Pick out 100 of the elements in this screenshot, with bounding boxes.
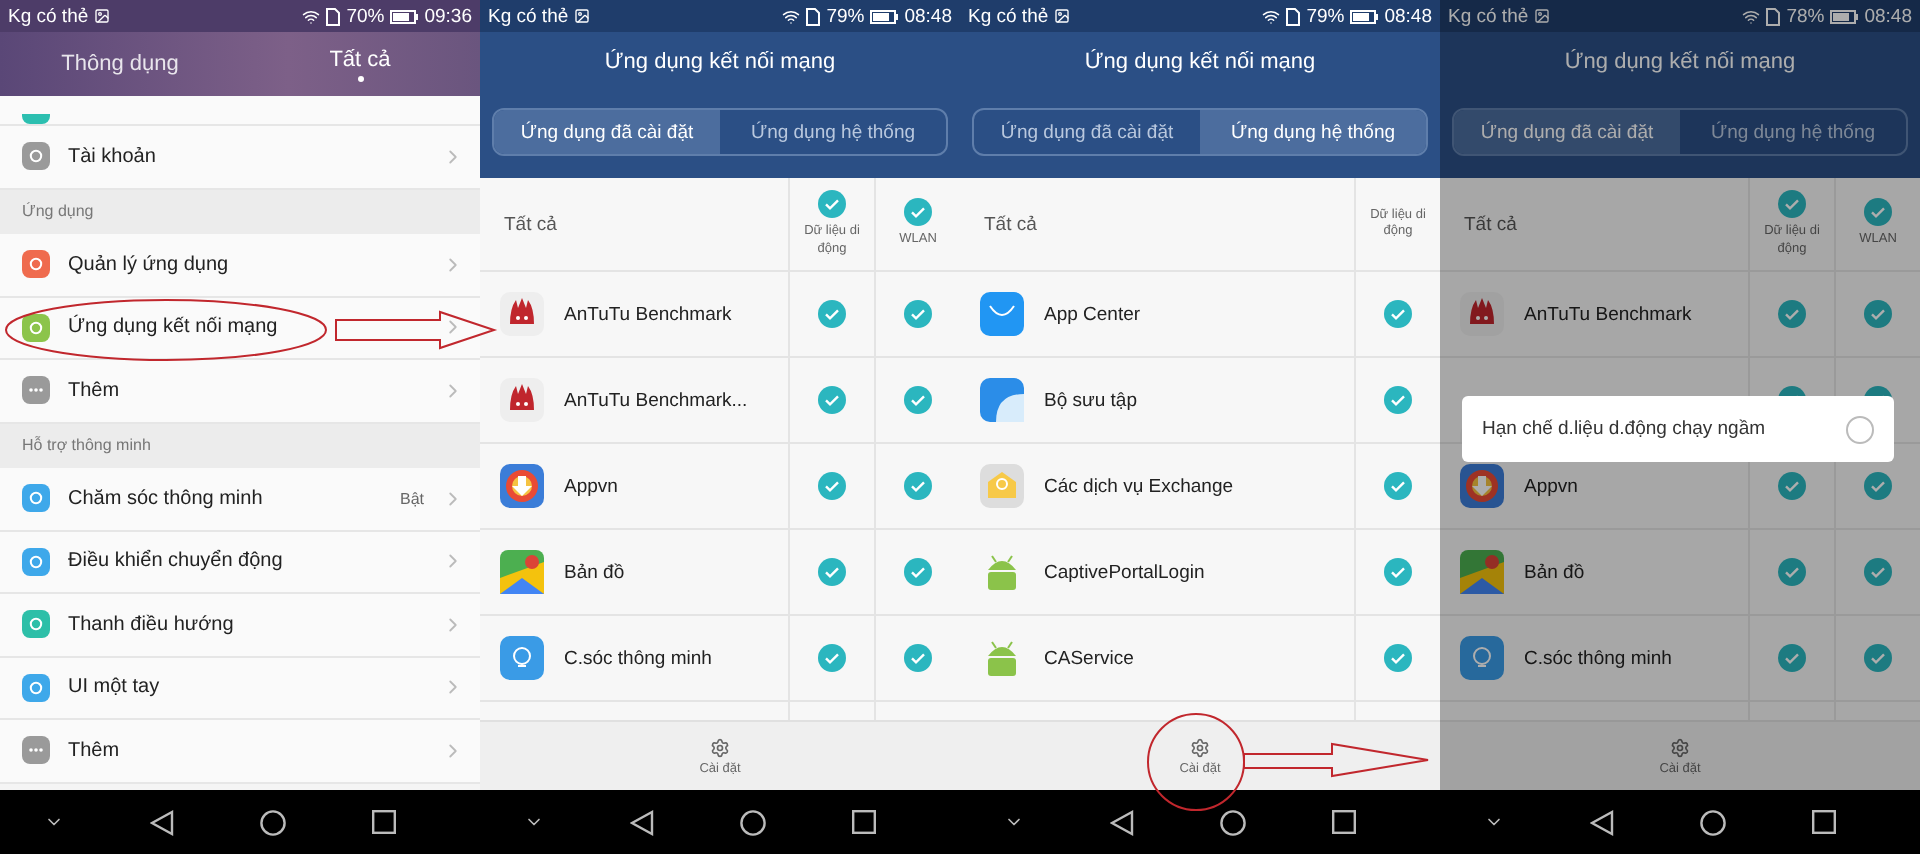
back-icon[interactable] bbox=[1589, 809, 1614, 835]
image-icon bbox=[1054, 8, 1071, 24]
checkbox[interactable] bbox=[904, 300, 932, 328]
checkbox[interactable] bbox=[1778, 472, 1806, 500]
home-icon[interactable] bbox=[1700, 809, 1727, 835]
app-name: Bản đồ bbox=[1524, 561, 1585, 583]
checkbox[interactable] bbox=[1864, 198, 1892, 227]
all-apps-label: Tất cả bbox=[502, 213, 557, 235]
flame-app-icon bbox=[500, 292, 544, 336]
download-app-icon bbox=[500, 464, 544, 508]
segment-tab[interactable]: Ứng dụng hệ thống bbox=[1680, 110, 1906, 154]
battery-percent: 79% bbox=[1306, 5, 1345, 27]
app-name: C.sóc thông minh bbox=[564, 647, 712, 669]
checkbox[interactable] bbox=[1778, 190, 1806, 219]
popup-option[interactable]: Hạn chế d.liệu d.động chạy ngầm bbox=[1462, 396, 1894, 462]
checkbox[interactable] bbox=[818, 472, 846, 500]
segment-tab[interactable]: Ứng dụng hệ thống bbox=[1200, 110, 1426, 154]
app-name: C.sóc thông minh bbox=[1524, 647, 1672, 669]
section-header: Hỗ trợ thông minh bbox=[0, 423, 480, 468]
envelope-app-icon bbox=[980, 464, 1024, 508]
settings-item[interactable]: Thanh điều hướng bbox=[0, 594, 480, 657]
checkbox[interactable] bbox=[1864, 472, 1892, 500]
back-icon[interactable] bbox=[149, 809, 174, 835]
clock: 08:48 bbox=[904, 5, 952, 27]
segment-tab[interactable]: Ứng dụng đã cài đặt bbox=[494, 110, 720, 154]
home-icon[interactable] bbox=[260, 809, 287, 835]
recents-icon[interactable] bbox=[1812, 810, 1837, 834]
battery-percent: 79% bbox=[826, 5, 865, 27]
segment-tab[interactable]: Ứng dụng hệ thống bbox=[720, 110, 946, 154]
section-header: Ứng dụng bbox=[0, 189, 480, 234]
checkbox[interactable] bbox=[904, 558, 932, 586]
app-name: Bản đồ bbox=[564, 561, 625, 583]
settings-icon bbox=[1189, 737, 1210, 757]
settings-item[interactable]: Chăm sóc thông minh Bật bbox=[0, 468, 480, 531]
screen-title: Ứng dụng kết nối mạng bbox=[1564, 50, 1796, 78]
checkbox[interactable] bbox=[1778, 300, 1806, 328]
app-name: App Center bbox=[1044, 303, 1141, 325]
checkbox[interactable] bbox=[1778, 558, 1806, 586]
settings-item[interactable]: Ứng dụng kết nối mạng bbox=[0, 297, 480, 360]
battery-icon bbox=[1830, 9, 1859, 23]
back-icon[interactable] bbox=[629, 809, 654, 835]
checkbox[interactable] bbox=[818, 386, 846, 414]
settings-item-icon bbox=[22, 484, 50, 513]
home-icon[interactable] bbox=[1220, 809, 1247, 835]
lightbulb-app-icon bbox=[1460, 636, 1504, 680]
checkbox[interactable] bbox=[1864, 644, 1892, 672]
back-icon[interactable] bbox=[1109, 809, 1134, 835]
checkbox[interactable] bbox=[1384, 386, 1412, 414]
checkbox[interactable] bbox=[1864, 558, 1892, 586]
item-value: Bật bbox=[399, 489, 424, 508]
app-name: Các dịch vụ Exchange bbox=[1044, 475, 1234, 497]
bag-app-icon bbox=[980, 292, 1024, 336]
checkbox[interactable] bbox=[1384, 558, 1412, 586]
checkbox[interactable] bbox=[904, 386, 932, 414]
carrier-name: Kg có thẻ bbox=[488, 5, 569, 27]
image-icon bbox=[1534, 8, 1551, 24]
flame-app-icon bbox=[500, 378, 544, 422]
checkbox[interactable] bbox=[904, 644, 932, 672]
checkbox[interactable] bbox=[1384, 644, 1412, 672]
checkbox[interactable] bbox=[818, 190, 846, 219]
map-app-icon bbox=[500, 550, 544, 594]
tab[interactable]: Tất cả bbox=[240, 32, 480, 96]
checkbox[interactable] bbox=[1778, 644, 1806, 672]
checkbox[interactable] bbox=[1864, 300, 1892, 328]
settings-item[interactable]: UI một tay bbox=[0, 657, 480, 720]
app-name: AnTuTu Benchmark bbox=[1524, 303, 1692, 325]
checkbox[interactable] bbox=[818, 300, 846, 328]
checkbox[interactable] bbox=[1846, 415, 1874, 443]
carrier-name: Kg có thẻ bbox=[8, 5, 89, 27]
settings-item-icon bbox=[22, 547, 50, 576]
recents-icon[interactable] bbox=[372, 810, 397, 834]
image-icon bbox=[574, 8, 591, 24]
settings-item[interactable]: Quản lý ứng dụng bbox=[0, 234, 480, 297]
home-icon[interactable] bbox=[740, 809, 767, 835]
segment-tab[interactable]: Ứng dụng đã cài đặt bbox=[1454, 110, 1680, 154]
map-app-icon bbox=[1460, 550, 1504, 594]
recents-icon[interactable] bbox=[1332, 810, 1357, 834]
settings-item[interactable]: Tài khoản bbox=[0, 126, 480, 189]
segment-tab[interactable]: Ứng dụng đã cài đặt bbox=[974, 110, 1200, 154]
battery-icon bbox=[390, 9, 419, 23]
settings-item[interactable]: Thêm bbox=[0, 720, 480, 783]
sim-icon bbox=[1286, 7, 1301, 25]
checkbox[interactable] bbox=[818, 558, 846, 586]
all-apps-label: Tất cả bbox=[982, 213, 1037, 235]
checkbox[interactable] bbox=[1384, 300, 1412, 328]
settings-item[interactable]: Điều khiển chuyển động bbox=[0, 531, 480, 594]
tab[interactable]: Thông dụng bbox=[0, 32, 240, 96]
settings-item-icon bbox=[22, 114, 50, 124]
image-icon bbox=[94, 8, 111, 24]
carrier-name: Kg có thẻ bbox=[968, 5, 1049, 27]
settings-item[interactable]: Thêm bbox=[0, 360, 480, 423]
more-icon bbox=[22, 736, 50, 765]
checkbox[interactable] bbox=[904, 472, 932, 500]
settings-icon bbox=[709, 737, 730, 757]
checkbox[interactable] bbox=[818, 644, 846, 672]
clock: 09:36 bbox=[424, 5, 472, 27]
checkbox[interactable] bbox=[1384, 472, 1412, 500]
recents-icon[interactable] bbox=[852, 810, 877, 834]
lightbulb-app-icon bbox=[500, 636, 544, 680]
checkbox[interactable] bbox=[904, 198, 932, 227]
